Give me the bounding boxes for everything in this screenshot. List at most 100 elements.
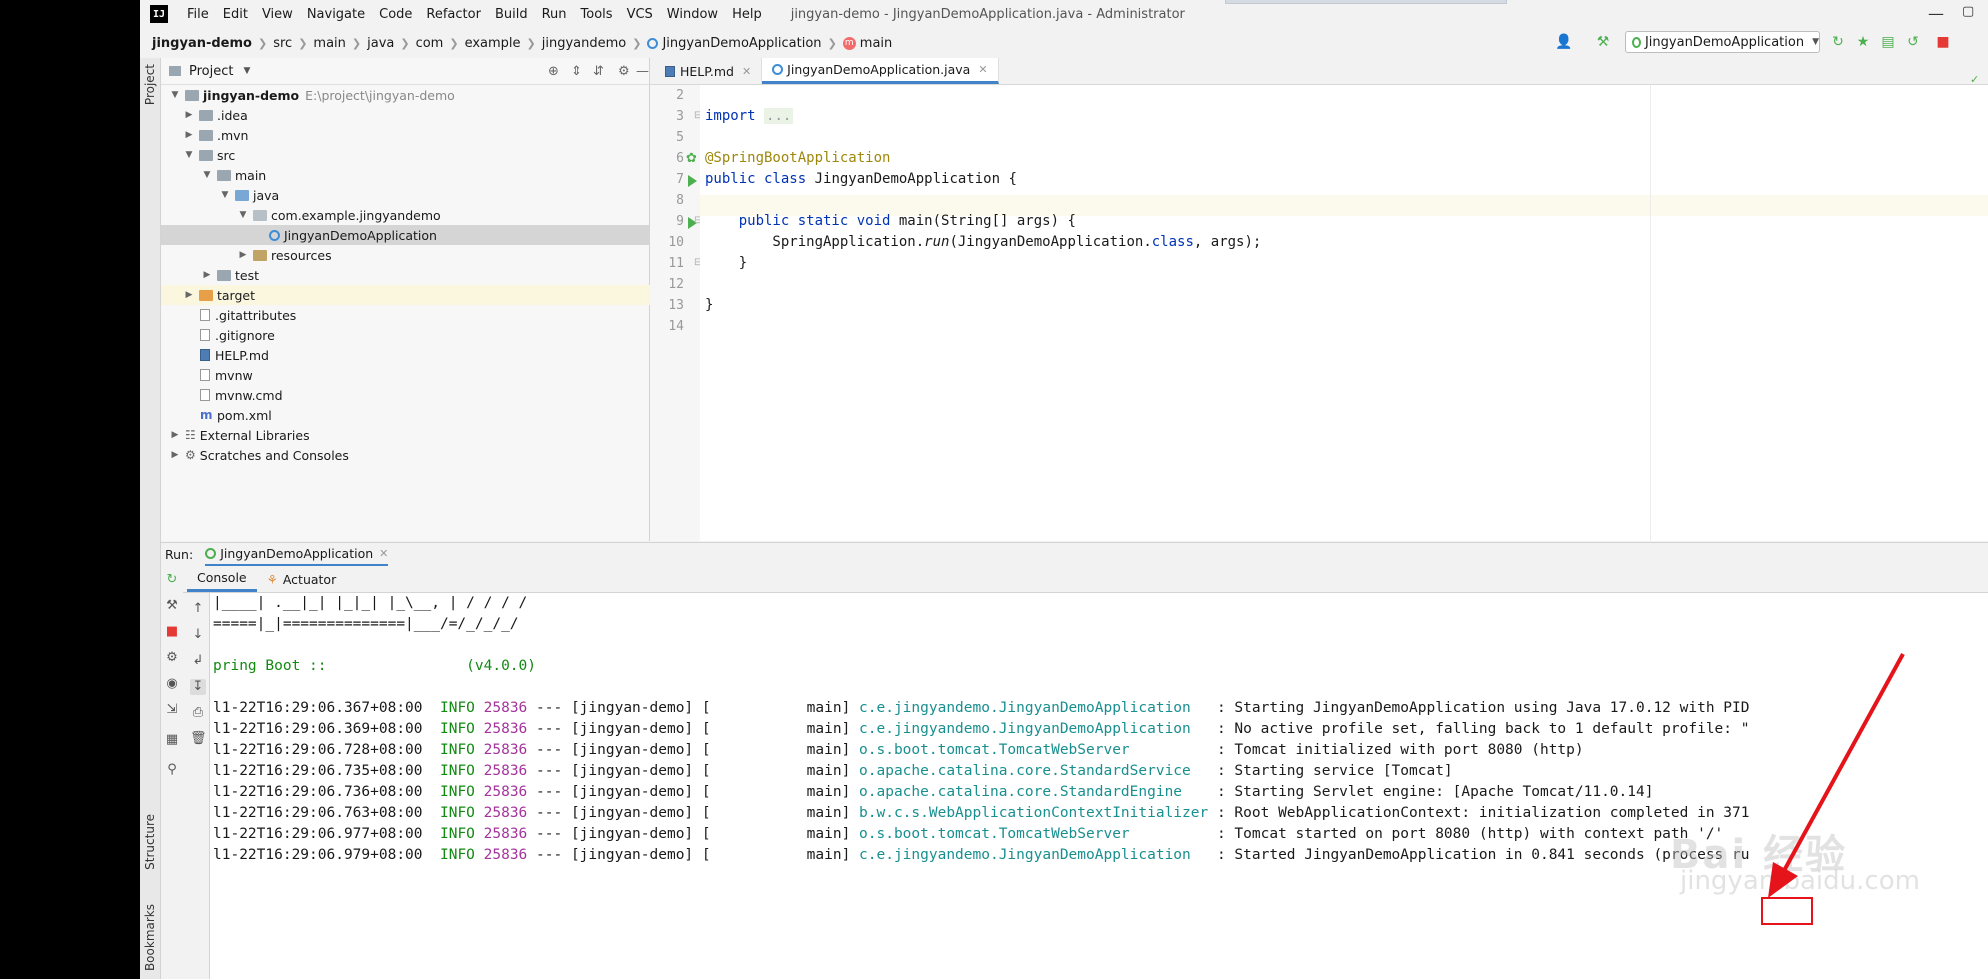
- structure-tool-button[interactable]: Structure: [143, 814, 157, 870]
- breadcrumb-example[interactable]: example: [465, 36, 521, 51]
- chevron-right-icon[interactable]: ▶: [237, 250, 249, 260]
- tree-item-gitattributes[interactable]: .gitattributes: [161, 305, 683, 325]
- close-icon[interactable]: ✕: [742, 65, 751, 78]
- chevron-right-icon[interactable]: ▶: [183, 110, 195, 120]
- breadcrumb-com[interactable]: com: [416, 36, 444, 51]
- rerun-icon[interactable]: ↻: [164, 572, 180, 588]
- debug-icon[interactable]: ★: [1855, 34, 1871, 50]
- minimize-icon[interactable]: —: [1928, 4, 1944, 23]
- breadcrumb-method[interactable]: main: [860, 36, 892, 51]
- run-configuration-select[interactable]: JingyanDemoApplication ▼: [1625, 31, 1820, 53]
- maximize-icon[interactable]: ▢: [1962, 4, 1974, 19]
- menu-refactor[interactable]: Refactor: [419, 7, 488, 22]
- pin-icon[interactable]: ⚲: [164, 762, 180, 778]
- print-icon[interactable]: ⎙: [190, 705, 206, 721]
- chevron-right-icon[interactable]: ▶: [169, 430, 181, 440]
- chevron-right-icon[interactable]: ▶: [169, 450, 181, 460]
- stop-icon[interactable]: ■: [164, 624, 180, 640]
- chevron-down-icon[interactable]: ▼: [169, 90, 181, 100]
- user-icon[interactable]: 👤: [1555, 34, 1572, 50]
- tree-item-test[interactable]: ▶ test: [161, 265, 689, 285]
- breadcrumb-class[interactable]: JingyanDemoApplication: [662, 36, 821, 51]
- breadcrumb-src[interactable]: src: [273, 36, 292, 51]
- run-config-tab[interactable]: JingyanDemoApplication ✕: [205, 543, 389, 566]
- menu-window[interactable]: Window: [660, 7, 725, 22]
- soft-wrap-icon[interactable]: ↲: [190, 653, 206, 669]
- tree-item-src[interactable]: ▼ src: [161, 145, 671, 165]
- tree-item-pom-xml[interactable]: m pom.xml: [161, 405, 683, 425]
- tree-item-package[interactable]: ▼ com.example.jingyandemo: [161, 205, 725, 225]
- menu-navigate[interactable]: Navigate: [300, 7, 372, 22]
- coverage-icon[interactable]: ▤: [1880, 34, 1896, 50]
- tree-item-java[interactable]: ▼ java: [161, 185, 707, 205]
- trash-icon[interactable]: 🗑: [190, 731, 207, 747]
- tree-item-mvnw[interactable]: mvnw: [161, 365, 683, 385]
- tree-item-idea[interactable]: ▶ .idea: [161, 105, 671, 125]
- menu-view[interactable]: View: [255, 7, 300, 22]
- tree-item-mvn[interactable]: ▶ .mvn: [161, 125, 671, 145]
- tab-help-md[interactable]: HELP.md ✕: [650, 58, 763, 84]
- chevron-down-icon[interactable]: ▼: [201, 170, 213, 180]
- collapse-all-icon[interactable]: ⇵: [593, 64, 604, 79]
- tab-main-class[interactable]: JingyanDemoApplication.java ✕: [762, 58, 999, 84]
- chevron-right-icon[interactable]: ▶: [183, 130, 195, 140]
- tree-item-target[interactable]: ▶ target: [161, 285, 671, 305]
- breadcrumb-main[interactable]: main: [313, 36, 345, 51]
- gear-icon[interactable]: ⚙: [618, 64, 630, 79]
- dump-threads-icon[interactable]: ⚙: [164, 650, 180, 666]
- folded-imports[interactable]: ...: [764, 108, 794, 124]
- close-icon[interactable]: ✕: [978, 63, 987, 76]
- breadcrumb-project[interactable]: jingyan-demo: [152, 36, 252, 51]
- menu-help[interactable]: Help: [725, 7, 769, 22]
- project-tool-button[interactable]: Project: [143, 64, 157, 105]
- arrow-up-icon[interactable]: ↑: [190, 601, 206, 617]
- menu-build[interactable]: Build: [488, 7, 535, 22]
- run-class-icon[interactable]: [688, 175, 697, 187]
- tree-item-help-md[interactable]: HELP.md: [161, 345, 683, 365]
- tab-console[interactable]: Console: [187, 566, 257, 592]
- menu-run[interactable]: Run: [535, 7, 574, 22]
- menu-vcs[interactable]: VCS: [620, 7, 660, 22]
- menu-edit[interactable]: Edit: [216, 7, 255, 22]
- tree-item-project-root[interactable]: ▼ jingyan-demo E:\project\jingyan-demo: [161, 85, 657, 105]
- chevron-down-icon[interactable]: ▼: [183, 150, 195, 160]
- stop-icon[interactable]: ■: [1935, 34, 1951, 50]
- inspection-ok-icon[interactable]: ✓: [1970, 73, 1979, 86]
- locate-icon[interactable]: ⊕: [548, 64, 559, 79]
- wrench-icon[interactable]: ⚒: [164, 598, 180, 614]
- close-icon[interactable]: ✕: [379, 547, 388, 560]
- menu-file[interactable]: File: [180, 7, 216, 22]
- tree-item-scratches[interactable]: ▶ ⚙ Scratches and Consoles: [161, 445, 657, 465]
- exit-icon[interactable]: ⇲: [164, 702, 180, 718]
- code-editor[interactable]: import ... @SpringBootApplication public…: [700, 73, 1988, 541]
- bookmarks-tool-button[interactable]: Bookmarks: [143, 904, 157, 971]
- chevron-down-icon[interactable]: ▼: [237, 210, 249, 220]
- breadcrumb-jingyandemo[interactable]: jingyandemo: [542, 36, 626, 51]
- chevron-down-icon[interactable]: ▼: [219, 190, 231, 200]
- profile-icon[interactable]: ↺: [1905, 34, 1921, 50]
- layout-icon[interactable]: ▦: [164, 732, 180, 748]
- build-hammer-icon[interactable]: ⚒: [1595, 34, 1611, 50]
- expand-all-icon[interactable]: ⇕: [571, 64, 582, 79]
- tab-actuator[interactable]: ⚘ Actuator: [257, 566, 347, 592]
- project-panel-title[interactable]: Project: [189, 64, 233, 79]
- console-output[interactable]: |____| .__|_| |_|_| |_\__, | / / / / ===…: [210, 593, 1988, 979]
- hide-icon[interactable]: —: [636, 64, 649, 79]
- tree-item-main[interactable]: ▼ main: [161, 165, 689, 185]
- tree-item-mvnw-cmd[interactable]: mvnw.cmd: [161, 385, 683, 405]
- chevron-right-icon[interactable]: ▶: [201, 270, 213, 280]
- arrow-down-icon[interactable]: ↓: [190, 627, 206, 643]
- spring-bean-icon[interactable]: ✿: [686, 151, 697, 166]
- tree-item-external-libraries[interactable]: ▶ ☷ External Libraries: [161, 425, 657, 445]
- camera-icon[interactable]: ◉: [164, 676, 180, 692]
- chevron-down-icon[interactable]: ▼: [243, 66, 250, 76]
- menu-code[interactable]: Code: [372, 7, 419, 22]
- chevron-right-icon[interactable]: ▶: [183, 290, 195, 300]
- breadcrumb-java[interactable]: java: [367, 36, 394, 51]
- tree-item-resources[interactable]: ▶ resources: [161, 245, 725, 265]
- rerun-icon[interactable]: ↻: [1830, 34, 1846, 50]
- menu-tools[interactable]: Tools: [574, 7, 620, 22]
- tree-item-gitignore[interactable]: .gitignore: [161, 325, 683, 345]
- line-number: 14: [668, 319, 684, 334]
- scroll-to-end-icon[interactable]: ↧: [190, 679, 206, 695]
